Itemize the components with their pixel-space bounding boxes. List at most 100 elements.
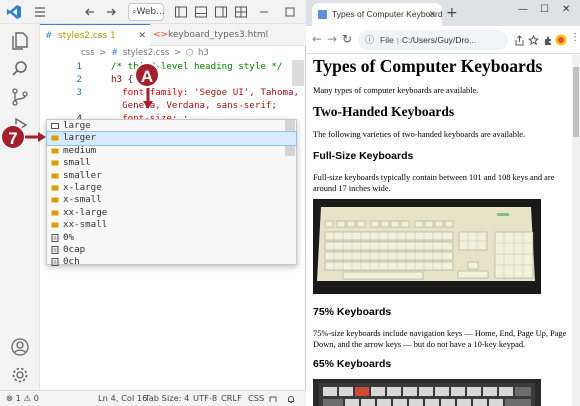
page-intro: Many types of computer keyboards are ava… [313, 86, 479, 95]
restore-icon[interactable] [282, 4, 298, 20]
vscode-logo-icon [7, 5, 21, 19]
customize-layout-icon[interactable] [233, 4, 249, 20]
suggestion-item[interactable]: xx-small [47, 219, 296, 231]
css-file-icon: # [111, 48, 119, 58]
65-percent-keyboard-image [313, 379, 541, 406]
brace: { [122, 74, 134, 85]
status-bar: ⊗ 1 ⚠ 0 Ln 4, Col 16 Tab Size: 4 UTF-8 C… [0, 390, 306, 406]
page-favicon [318, 10, 327, 19]
browser-toolbar: ← → ↻ ⓘ File | C:/Users/Guy/Dro... ⋮ [306, 26, 580, 54]
breadcrumb-css[interactable]: css [81, 48, 95, 58]
suggestion-item[interactable]: large [47, 120, 296, 132]
bookmark-star-icon[interactable] [528, 35, 539, 46]
share-icon[interactable] [514, 35, 525, 46]
settings-gear-icon[interactable] [9, 364, 31, 386]
minimize-icon[interactable]: — [518, 4, 528, 15]
toggle-panel-icon[interactable] [193, 4, 209, 20]
page-heading: Types of Computer Keyboards [313, 56, 543, 76]
suggestion-item[interactable]: xx-large [47, 207, 296, 219]
forward-arrow-icon[interactable] [103, 4, 119, 20]
css-value: : 'Segoe UI', Tahoma, [182, 87, 300, 98]
suggestion-item[interactable]: medium [47, 145, 296, 157]
code-editor[interactable]: 1 2 3 4 /* third-level heading style */ … [40, 60, 299, 124]
close-tab-icon[interactable]: ✕ [428, 3, 436, 26]
language-mode[interactable]: CSS [248, 391, 264, 406]
suggestion-widget: large larger medium small smaller x-larg… [46, 119, 297, 267]
value-icon [51, 160, 59, 166]
page-scrollbar-thumb[interactable] [573, 67, 579, 137]
menu-icon[interactable] [32, 4, 48, 20]
breadcrumb-separator: > [99, 48, 107, 58]
marker-callout-arrow [143, 88, 153, 109]
breadcrumb-file[interactable]: styles2.css [123, 48, 169, 58]
line-number: 2 [76, 74, 82, 85]
live-share-icon[interactable] [268, 394, 278, 404]
back-arrow-icon[interactable]: ← [312, 32, 322, 46]
close-tab-icon[interactable]: ✕ [138, 25, 146, 47]
css-file-icon: # [45, 31, 53, 41]
page-content: Types of Computer Keyboards Many types o… [306, 55, 580, 406]
search-icon[interactable] [9, 58, 31, 80]
line-number: 1 [76, 61, 82, 72]
vscode-window: ⌕Web... # styles2.css 1 ✕ <> keyboard_ty… [0, 0, 306, 406]
extensions-icon[interactable] [543, 35, 554, 46]
editor-scrollbar[interactable] [292, 60, 304, 86]
reload-icon[interactable]: ↻ [342, 32, 352, 46]
minimize-icon[interactable] [256, 4, 272, 20]
toggle-secondary-sidebar-icon[interactable] [213, 4, 229, 20]
browser-tab-bar: Types of Computer Keyboards ✕ + — ☐ ✕ [306, 0, 580, 26]
browser-tab[interactable]: Types of Computer Keyboards ✕ [312, 3, 442, 26]
section-paragraph: The following varieties of two-handed ke… [313, 130, 526, 139]
editor-tabs: # styles2.css 1 ✕ <> keyboard_types3.htm… [40, 24, 306, 46]
suggestion-item[interactable]: x-large [47, 182, 296, 194]
suggestion-item[interactable]: small [47, 157, 296, 169]
command-center-search[interactable]: ⌕Web... [128, 3, 165, 21]
info-icon: ⓘ [365, 35, 375, 45]
back-arrow-icon[interactable] [82, 4, 98, 20]
code-font-family: font-family: 'Segoe UI', Tahoma, [111, 86, 299, 99]
code-font-family-cont: Geneva, Verdana, sans-serif; [111, 100, 277, 111]
address-bar[interactable]: ⓘ File | C:/Users/Guy/Dro... [358, 30, 508, 50]
suggestion-item[interactable]: x-small [47, 194, 296, 206]
encoding[interactable]: UTF-8 [193, 391, 217, 406]
cursor-position[interactable]: Ln 4, Col 16 [98, 391, 147, 406]
forward-arrow-icon[interactable]: → [327, 32, 337, 46]
unit-icon [51, 246, 59, 254]
subsection-heading: Full-Size Keyboards [313, 150, 414, 162]
value-icon [51, 197, 59, 203]
explorer-icon[interactable] [9, 30, 31, 52]
suggestion-item[interactable]: 0ch [47, 256, 296, 267]
new-tab-icon[interactable]: + [446, 5, 458, 21]
line-number: 3 [76, 87, 82, 98]
suggestion-item[interactable]: 0% [47, 232, 296, 244]
value-icon [51, 210, 59, 216]
subsection-heading: 65% Keyboards [313, 358, 392, 370]
toggle-sidebar-icon[interactable] [173, 4, 189, 20]
account-icon[interactable] [9, 336, 31, 358]
notifications-bell-icon[interactable] [286, 394, 296, 404]
profile-avatar-icon[interactable] [555, 34, 567, 46]
subsection-paragraph: 75%-size keyboards include navigation ke… [313, 329, 567, 350]
problems-indicator[interactable]: ⊗ 1 ⚠ 0 [6, 391, 39, 406]
suggestion-item-selected[interactable]: larger [46, 131, 297, 146]
breadcrumb-separator: > [174, 48, 182, 58]
source-control-icon[interactable] [9, 86, 31, 108]
page-scrollbar[interactable] [572, 55, 580, 406]
suggestion-item[interactable]: 0cap [47, 244, 296, 256]
tab-styles2-css[interactable]: # styles2.css 1 ✕ [40, 24, 150, 46]
code-selector: h3 { [111, 73, 133, 86]
breadcrumb-symbol[interactable]: h3 [198, 48, 209, 58]
tab-size[interactable]: Tab Size: 4 [145, 391, 189, 406]
unit-icon [51, 258, 59, 267]
more-menu-icon[interactable]: ⋮ [570, 32, 580, 43]
section-heading: Two-Handed Keyboards [313, 104, 455, 119]
browser-window: Types of Computer Keyboards ✕ + — ☐ ✕ ← … [306, 0, 580, 406]
step-callout: 7 [0, 124, 26, 150]
tab-keyboard-types3-html[interactable]: <> keyboard_types3.html [150, 24, 306, 46]
symbol-icon: ⬡ [185, 48, 194, 58]
suggestion-item[interactable]: smaller [47, 170, 296, 182]
maximize-icon[interactable]: ☐ [540, 4, 549, 15]
subsection-heading: 75% Keyboards [313, 306, 392, 318]
close-window-icon[interactable]: ✕ [562, 4, 570, 15]
line-ending[interactable]: CRLF [221, 391, 242, 406]
